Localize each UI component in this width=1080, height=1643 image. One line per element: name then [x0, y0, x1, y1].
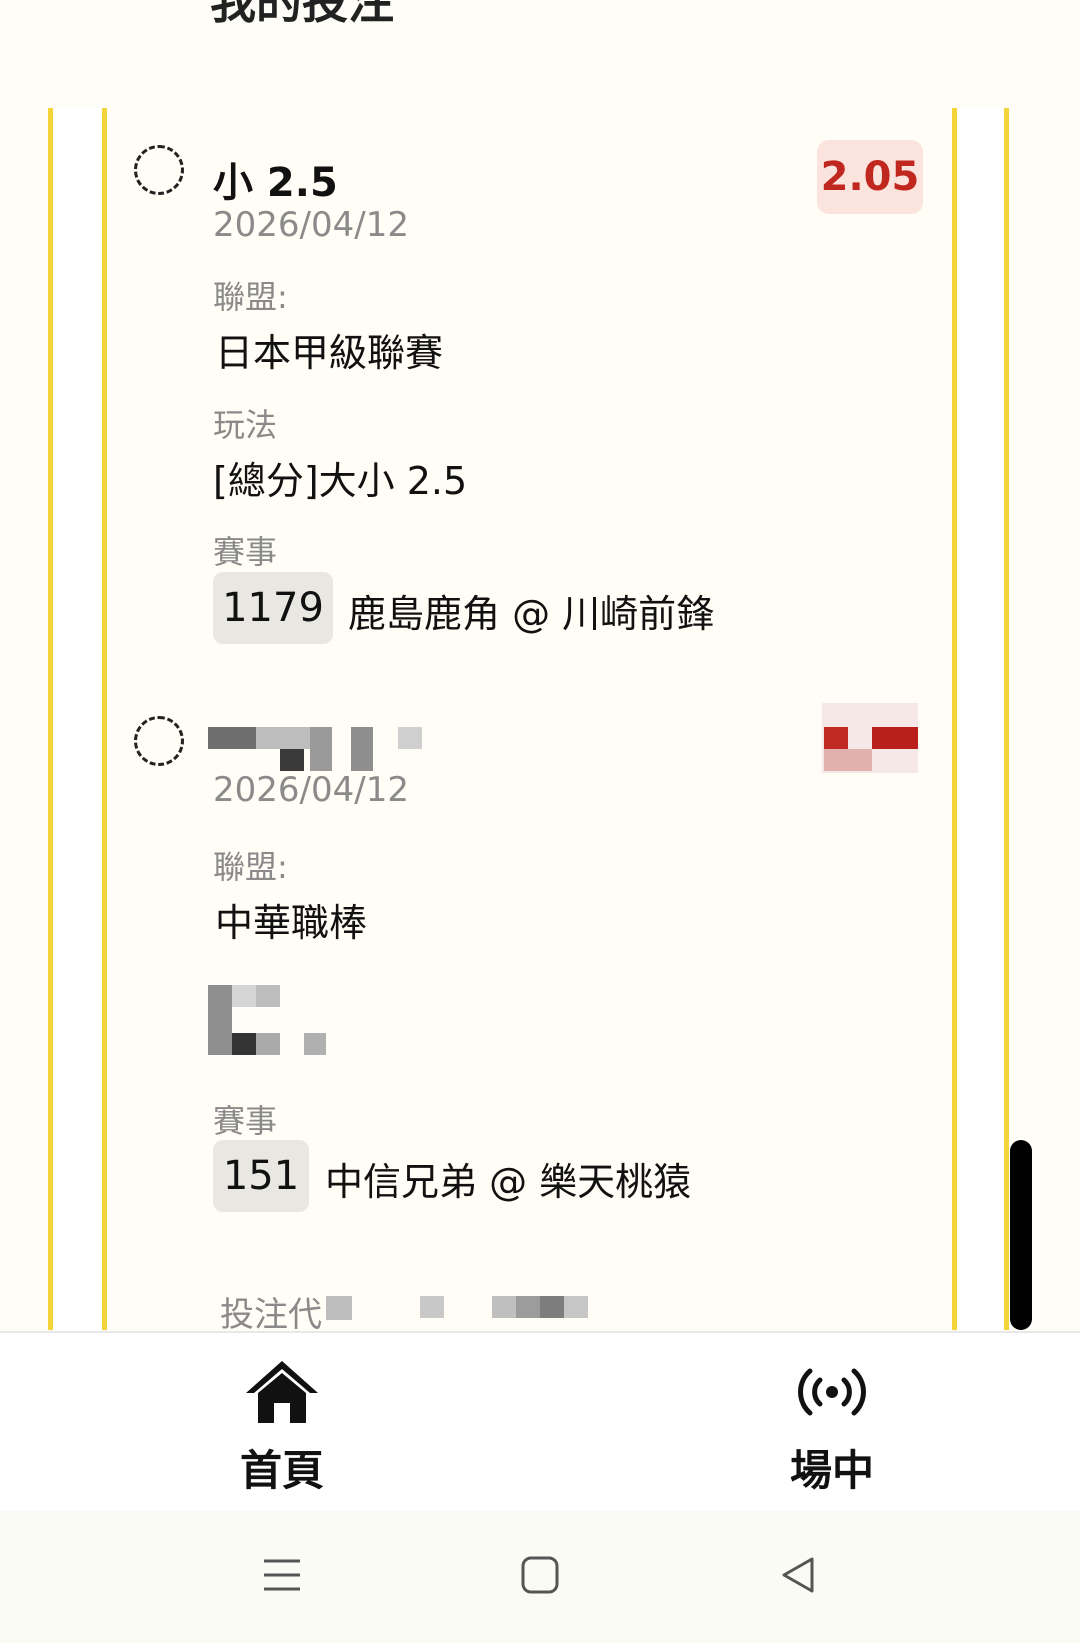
- live-broadcast-icon: [798, 1368, 866, 1416]
- menu-icon[interactable]: [262, 1555, 302, 1595]
- right-rail-fill: [957, 108, 1004, 1330]
- home-square-icon[interactable]: [520, 1555, 560, 1595]
- back-icon[interactable]: [778, 1555, 818, 1595]
- market-value: [總分]大小 2.5: [213, 459, 468, 503]
- home-icon: [246, 1361, 318, 1423]
- match-id-badge: 1179: [213, 572, 333, 644]
- system-nav-bar: [0, 1511, 1080, 1643]
- league-label: 聯盟:: [213, 848, 288, 886]
- event-label: 賽事: [213, 533, 278, 571]
- league-value: 日本甲級聯賽: [215, 331, 444, 375]
- match-teams: 中信兄弟 @ 樂天桃猿: [325, 1160, 692, 1204]
- league-label: 聯盟:: [213, 278, 288, 316]
- nav-home[interactable]: 首頁: [222, 1359, 342, 1498]
- nav-live-label: 場中: [789, 1446, 874, 1495]
- bet-date: 2026/04/12: [213, 205, 409, 245]
- right-rail-outer: [1004, 108, 1009, 1330]
- event-label: 賽事: [213, 1102, 278, 1140]
- match-id-badge: 151: [213, 1140, 309, 1212]
- bet-select-radio[interactable]: [134, 145, 184, 195]
- scrollbar-thumb[interactable]: [1010, 1140, 1032, 1330]
- nav-home-label: 首頁: [239, 1446, 324, 1495]
- market-label: 玩法: [213, 406, 278, 444]
- odds-badge: 2.05: [817, 140, 923, 214]
- match-teams: 鹿島鹿角 @ 川崎前鋒: [348, 592, 715, 636]
- bottom-nav: 首頁 場中: [0, 1331, 1080, 1511]
- bet-code-label: 投注代: [220, 1295, 322, 1335]
- bet-date: 2026/04/12: [213, 770, 409, 810]
- right-rail-inner: [952, 108, 957, 1330]
- page-title-fragment: 我的投注: [210, 0, 394, 29]
- bet-select-radio[interactable]: [134, 716, 184, 766]
- league-value: 中華職棒: [215, 901, 368, 945]
- nav-live[interactable]: 場中: [772, 1359, 892, 1498]
- bet-selection: 小 2.5: [213, 160, 338, 206]
- left-rail-fill: [53, 108, 102, 1330]
- left-rail-outer: [48, 108, 53, 1330]
